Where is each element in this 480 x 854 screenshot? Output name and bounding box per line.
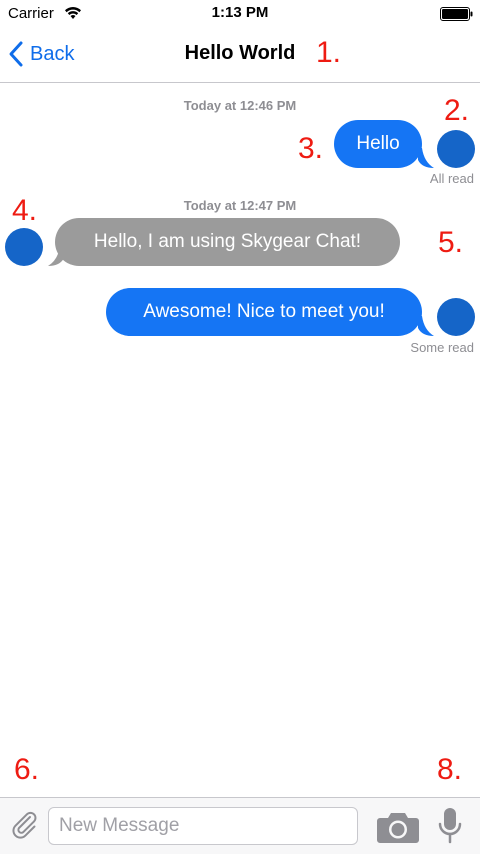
read-receipt: Some read — [410, 340, 474, 355]
timestamp: Today at 12:47 PM — [183, 198, 297, 213]
status-time: 1:13 PM — [211, 4, 269, 21]
message-text: Hello, I am using Skygear Chat! — [93, 231, 362, 252]
battery-icon — [440, 7, 473, 21]
paperclip-icon[interactable] — [10, 810, 40, 840]
message-text: Awesome! Nice to meet you! — [143, 301, 385, 322]
outgoing-message-bubble[interactable]: Awesome! Nice to meet you! — [106, 288, 422, 336]
bubble-tail — [418, 148, 434, 168]
chat-screen: Carrier 1:13 PM Back Hello World 1. 2. 3… — [0, 0, 480, 854]
avatar[interactable] — [5, 228, 43, 266]
outgoing-message-bubble[interactable]: Hello — [334, 120, 422, 168]
navigation-bar: Back Hello World — [0, 28, 480, 83]
incoming-message-bubble[interactable]: Hello, I am using Skygear Chat! — [55, 218, 400, 266]
message-text: Hello — [356, 133, 400, 154]
avatar[interactable] — [437, 298, 475, 336]
annotation-3: 3. — [298, 132, 324, 165]
page-title: Hello World — [184, 42, 296, 64]
status-bar: Carrier 1:13 PM — [0, 0, 480, 28]
microphone-icon[interactable] — [437, 807, 463, 845]
timestamp: Today at 12:46 PM — [183, 98, 297, 113]
annotation-5: 5. — [438, 226, 464, 259]
avatar[interactable] — [437, 130, 475, 168]
annotation-8: 8. — [437, 753, 463, 786]
annotation-1: 1. — [316, 36, 342, 69]
annotation-6: 6. — [14, 753, 40, 786]
message-input[interactable] — [48, 807, 358, 845]
camera-icon[interactable] — [376, 810, 420, 844]
read-receipt: All read — [429, 171, 474, 186]
bubble-tail — [418, 316, 434, 336]
message-input-bar — [0, 797, 480, 854]
